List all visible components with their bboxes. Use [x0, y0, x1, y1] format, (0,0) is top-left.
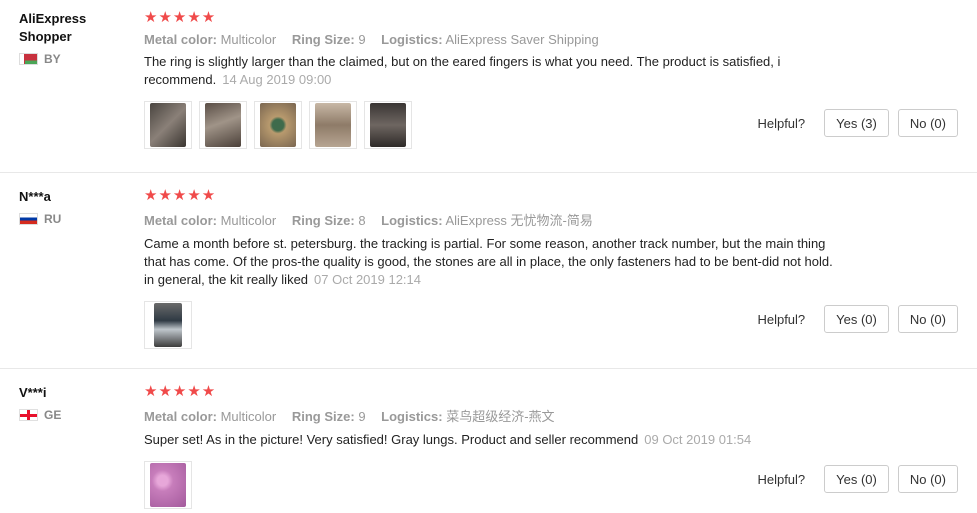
- logistics-label: Logistics:: [381, 409, 443, 424]
- logistics-label: Logistics:: [381, 32, 443, 47]
- review-item: N***a RU ★★★★★ Metal color: Multicolor R…: [0, 178, 977, 369]
- review-date: 14 Aug 2019 09:00: [222, 72, 332, 87]
- review-body: ★★★★★ Metal color: Multicolor Ring Size:…: [144, 384, 844, 509]
- review-photo-thumb[interactable]: [309, 101, 357, 149]
- helpful-vote: Helpful? Yes (3) No (0): [757, 109, 958, 137]
- star-rating: ★★★★★: [144, 383, 217, 400]
- flag-georgia-icon: [19, 409, 38, 421]
- logistics-value: 菜鸟超级经济-燕文: [446, 409, 555, 424]
- flag-russia-icon: [19, 213, 38, 225]
- metal-color-value: Multicolor: [220, 32, 277, 47]
- review-photos: [144, 461, 844, 509]
- helpful-label: Helpful?: [757, 115, 806, 131]
- review-body: ★★★★★ Metal color: Multicolor Ring Size:…: [144, 188, 844, 349]
- logistics-value: AliExpress Saver Shipping: [445, 32, 599, 47]
- helpful-no-button[interactable]: No (0): [897, 465, 958, 493]
- review-text: Came a month before st. petersburg. the …: [144, 235, 834, 289]
- metal-color-value: Multicolor: [220, 213, 277, 228]
- metal-color-label: Metal color:: [144, 32, 217, 47]
- helpful-vote: Helpful? Yes (0) No (0): [757, 305, 958, 333]
- metal-color-value: Multicolor: [220, 409, 277, 424]
- review-item: V***i GE ★★★★★ Metal color: Multicolor R…: [0, 374, 977, 513]
- order-attributes: Metal color: Multicolor Ring Size: 9 Log…: [144, 32, 844, 47]
- reviewer-country: RU: [19, 212, 129, 226]
- reviewer-country: GE: [19, 408, 129, 422]
- review-date: 09 Oct 2019 01:54: [644, 432, 752, 447]
- helpful-vote: Helpful? Yes (0) No (0): [757, 465, 958, 493]
- ring-size-value: 9: [358, 32, 366, 47]
- helpful-yes-button[interactable]: Yes (0): [824, 305, 889, 333]
- ring-size-value: 9: [358, 409, 366, 424]
- review-text: Super set! As in the picture! Very satis…: [144, 431, 834, 449]
- metal-color-label: Metal color:: [144, 213, 217, 228]
- helpful-yes-button[interactable]: Yes (3): [824, 109, 889, 137]
- country-code: BY: [44, 52, 61, 66]
- flag-belarus-icon: [19, 53, 38, 65]
- review-text-content: Came a month before st. petersburg. the …: [144, 236, 833, 287]
- metal-color-label: Metal color:: [144, 409, 217, 424]
- logistics-label: Logistics:: [381, 213, 443, 228]
- review-photos: [144, 101, 844, 149]
- reviewer-name: N***a: [19, 189, 51, 204]
- review-body: ★★★★★ Metal color: Multicolor Ring Size:…: [144, 10, 844, 149]
- order-attributes: Metal color: Multicolor Ring Size: 9 Log…: [144, 406, 844, 425]
- helpful-label: Helpful?: [757, 311, 806, 327]
- review-photo-thumb[interactable]: [254, 101, 302, 149]
- review-photo-thumb[interactable]: [144, 101, 192, 149]
- review-photo-thumb[interactable]: [144, 301, 192, 349]
- helpful-label: Helpful?: [757, 471, 806, 487]
- ring-size-label: Ring Size:: [291, 32, 355, 47]
- review-photo-thumb[interactable]: [144, 461, 192, 509]
- review-photo-thumb[interactable]: [199, 101, 247, 149]
- reviewer-name: AliExpress Shopper: [19, 11, 87, 44]
- review-date: 07 Oct 2019 12:14: [314, 272, 422, 287]
- helpful-yes-button[interactable]: Yes (0): [824, 465, 889, 493]
- review-text: The ring is slightly larger than the cla…: [144, 53, 834, 89]
- reviewer-name: V***i: [19, 385, 47, 400]
- reviewer-country: BY: [19, 52, 129, 66]
- review-photos: [144, 301, 844, 349]
- ring-size-label: Ring Size:: [291, 213, 355, 228]
- reviewer-info: V***i GE: [19, 384, 129, 422]
- order-attributes: Metal color: Multicolor Ring Size: 8 Log…: [144, 210, 844, 229]
- reviewer-info: AliExpress Shopper BY: [19, 10, 129, 66]
- logistics-value: AliExpress 无忧物流-简易: [445, 213, 593, 228]
- ring-size-value: 8: [358, 213, 366, 228]
- review-text-content: Super set! As in the picture! Very satis…: [144, 432, 639, 447]
- ring-size-label: Ring Size:: [291, 409, 355, 424]
- country-code: RU: [44, 212, 62, 226]
- helpful-no-button[interactable]: No (0): [897, 305, 958, 333]
- helpful-no-button[interactable]: No (0): [897, 109, 958, 137]
- star-rating: ★★★★★: [144, 187, 217, 204]
- review-item: AliExpress Shopper BY ★★★★★ Metal color:…: [0, 0, 977, 173]
- country-code: GE: [44, 408, 62, 422]
- review-photo-thumb[interactable]: [364, 101, 412, 149]
- star-rating: ★★★★★: [144, 9, 217, 26]
- reviewer-info: N***a RU: [19, 188, 129, 226]
